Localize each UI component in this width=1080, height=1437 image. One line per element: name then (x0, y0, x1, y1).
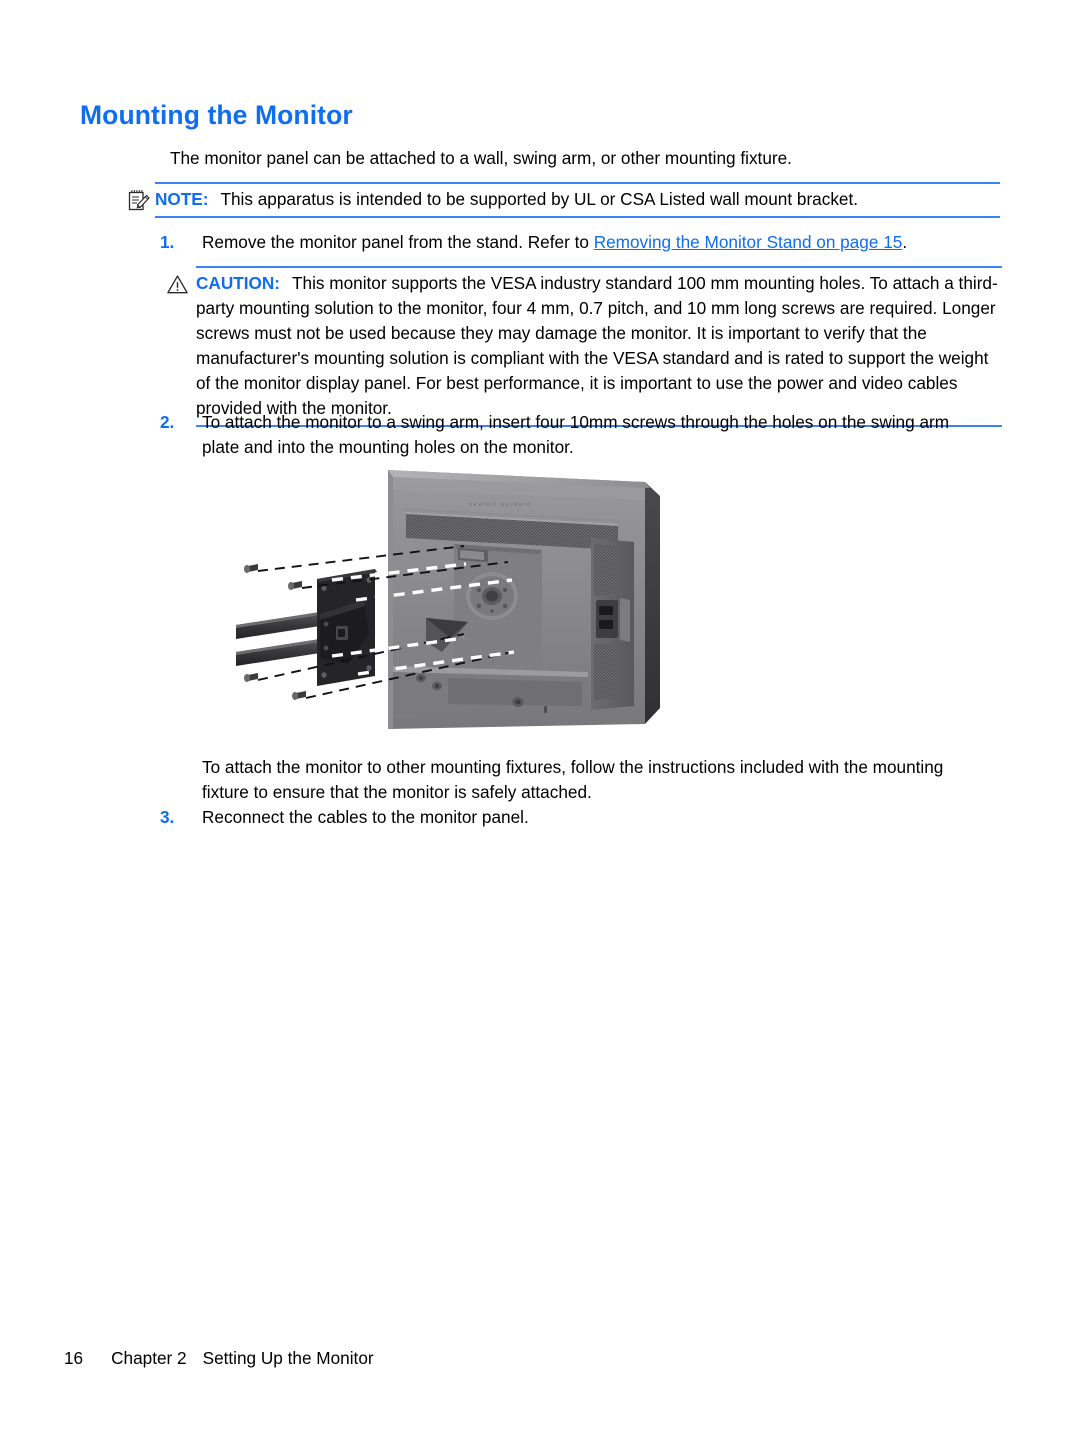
monitor-vesa-mount-illustration: hewlett packard (236, 466, 688, 744)
caution-text: This monitor supports the VESA industry … (196, 273, 998, 418)
note-body: NOTE: This apparatus is intended to be su… (128, 184, 1000, 216)
closing-paragraph: To attach the monitor to other mounting … (202, 757, 944, 802)
swing-arm-tubes (236, 612, 320, 666)
screw (244, 673, 258, 682)
vesa-mounting-plate (317, 569, 377, 686)
step-item-2: 2. To attach the monitor to a swing arm,… (160, 410, 990, 460)
monitor-side-vent-ports (591, 538, 634, 710)
monitor-lower-bezel (393, 666, 588, 718)
note-text: This apparatus is intended to be support… (220, 189, 859, 209)
footer-chapter-title: Setting Up the Monitor (202, 1348, 374, 1368)
step-item-3: 3. Reconnect the cables to the monitor p… (160, 805, 990, 830)
monitor-figure-svg: hewlett packard (236, 470, 660, 729)
step-text: Remove the monitor panel from the stand.… (202, 230, 1000, 255)
warning-triangle-icon (166, 273, 190, 297)
caution-label: CAUTION: (196, 273, 281, 293)
document-page: Mounting the Monitor The monitor panel c… (0, 0, 1080, 1437)
footer-page-number: 16 (64, 1348, 84, 1368)
note-bottom-rule (155, 216, 1000, 218)
screw (288, 581, 302, 590)
caution-body: CAUTION: This monitor supports the VESA i… (167, 268, 1002, 425)
step-1-text-before: Remove the monitor panel from the stand.… (202, 232, 594, 252)
page-title: Mounting the Monitor (80, 100, 353, 130)
step-text: To attach the monitor to a swing arm, in… (202, 412, 950, 457)
intro-paragraph: The monitor panel can be attached to a w… (170, 148, 792, 168)
note-admonition: NOTE: This apparatus is intended to be su… (128, 182, 1000, 218)
note-pencil-icon (127, 188, 151, 212)
screw (244, 564, 258, 573)
page-footer: 16 Chapter 2 Setting Up the Monitor (64, 1348, 374, 1369)
step-text: Reconnect the cables to the monitor pane… (202, 807, 529, 827)
footer-chapter: Chapter 2 (111, 1348, 187, 1368)
removing-monitor-stand-link[interactable]: Removing the Monitor Stand on page 15 (594, 232, 903, 252)
step-1-text-after: . (902, 232, 908, 252)
monitor-brand-text: hewlett packard (469, 502, 532, 508)
step-number: 1. (160, 232, 175, 252)
screw (292, 691, 306, 700)
step-item-1: 1. Remove the monitor panel from the sta… (160, 230, 1000, 255)
step-number: 3. (160, 807, 175, 827)
caution-admonition: CAUTION: This monitor supports the VESA i… (167, 266, 1002, 427)
note-label: NOTE: (155, 189, 209, 209)
step-number: 2. (160, 412, 175, 432)
